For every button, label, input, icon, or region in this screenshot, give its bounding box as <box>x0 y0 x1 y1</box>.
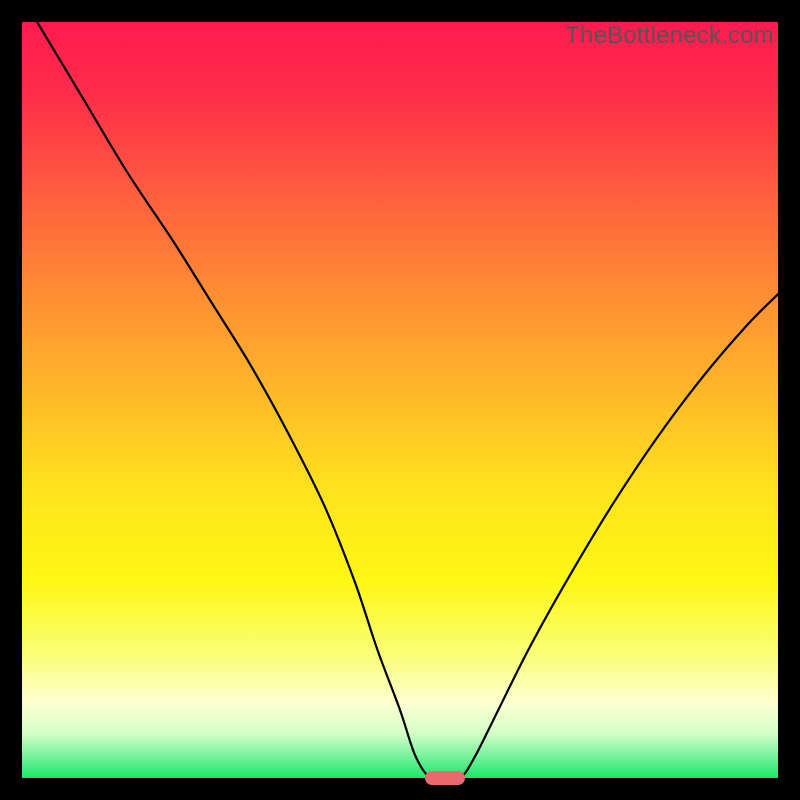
plot-area <box>22 22 778 778</box>
optimal-marker <box>425 771 465 785</box>
chart-frame: TheBottleneck.com <box>22 22 778 778</box>
background-gradient <box>22 22 778 778</box>
watermark-text: TheBottleneck.com <box>565 22 774 50</box>
